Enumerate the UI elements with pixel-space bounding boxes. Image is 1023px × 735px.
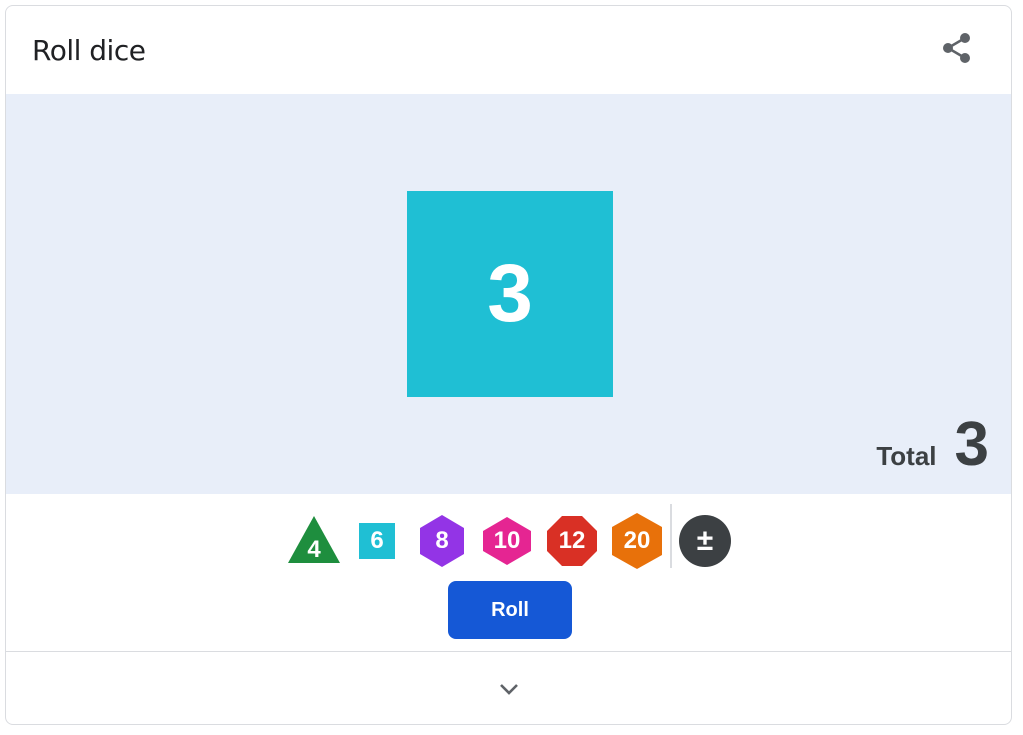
d10-label: 10 xyxy=(493,527,521,554)
divider xyxy=(6,651,1011,652)
total-value: 3 xyxy=(954,410,989,479)
d20-button[interactable]: 20 xyxy=(607,511,667,571)
card-header: Roll dice xyxy=(6,6,1011,94)
chevron-down-icon[interactable] xyxy=(494,674,524,704)
d4-button[interactable]: 4 xyxy=(284,511,344,571)
card-title: Roll dice xyxy=(32,34,146,67)
d4-label: 4 xyxy=(307,536,321,563)
total-label: Total xyxy=(876,441,937,471)
d8-button[interactable]: 8 xyxy=(412,511,472,571)
roll-result-area: 3 Total 3 xyxy=(6,94,1011,494)
rolled-die-value: 3 xyxy=(487,248,533,339)
rolled-die-d6: 3 xyxy=(407,191,613,397)
total-display: Total 3 xyxy=(876,414,989,476)
roll-button[interactable]: Roll xyxy=(448,581,572,639)
d6-label: 6 xyxy=(370,527,384,554)
divider xyxy=(670,504,672,568)
d12-label: 12 xyxy=(558,527,586,554)
modifier-button[interactable]: ± xyxy=(675,511,735,571)
modifier-label: ± xyxy=(696,524,714,557)
d8-label: 8 xyxy=(435,527,449,554)
dice-selector: 4 6 8 10 12 20 ± xyxy=(6,511,1011,571)
d6-button[interactable]: 6 xyxy=(347,511,407,571)
d10-button[interactable]: 10 xyxy=(477,511,537,571)
d20-label: 20 xyxy=(623,527,651,554)
share-icon[interactable] xyxy=(939,30,975,66)
dice-roller-card: Roll dice 3 Total 3 4 6 8 10 12 20 ± Rol… xyxy=(5,5,1012,725)
d12-button[interactable]: 12 xyxy=(542,511,602,571)
